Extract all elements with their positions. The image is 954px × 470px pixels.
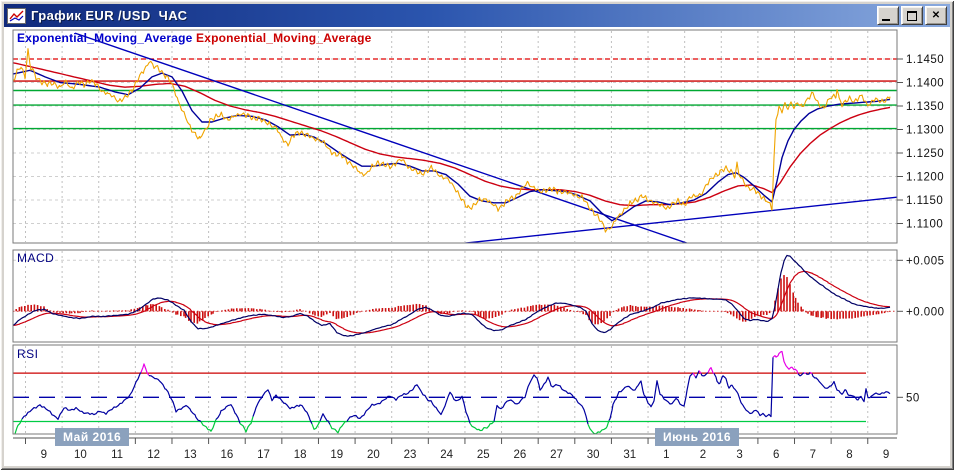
maximize-icon (907, 10, 917, 21)
window-title: График EUR /USD ЧАС (31, 8, 188, 23)
app-icon (7, 7, 26, 24)
close-button[interactable]: ✕ (925, 6, 947, 25)
chart-window: График EUR /USD ЧАС ✕ 1.1450 1.1400 1.1350… (0, 0, 954, 470)
window-controls: ✕ (875, 6, 947, 25)
minimize-button[interactable] (877, 6, 899, 25)
chart-client-area (4, 27, 950, 466)
maximize-button[interactable] (901, 6, 923, 25)
minimize-icon (882, 19, 890, 21)
titlebar[interactable]: График EUR /USD ЧАС ✕ (4, 4, 950, 27)
